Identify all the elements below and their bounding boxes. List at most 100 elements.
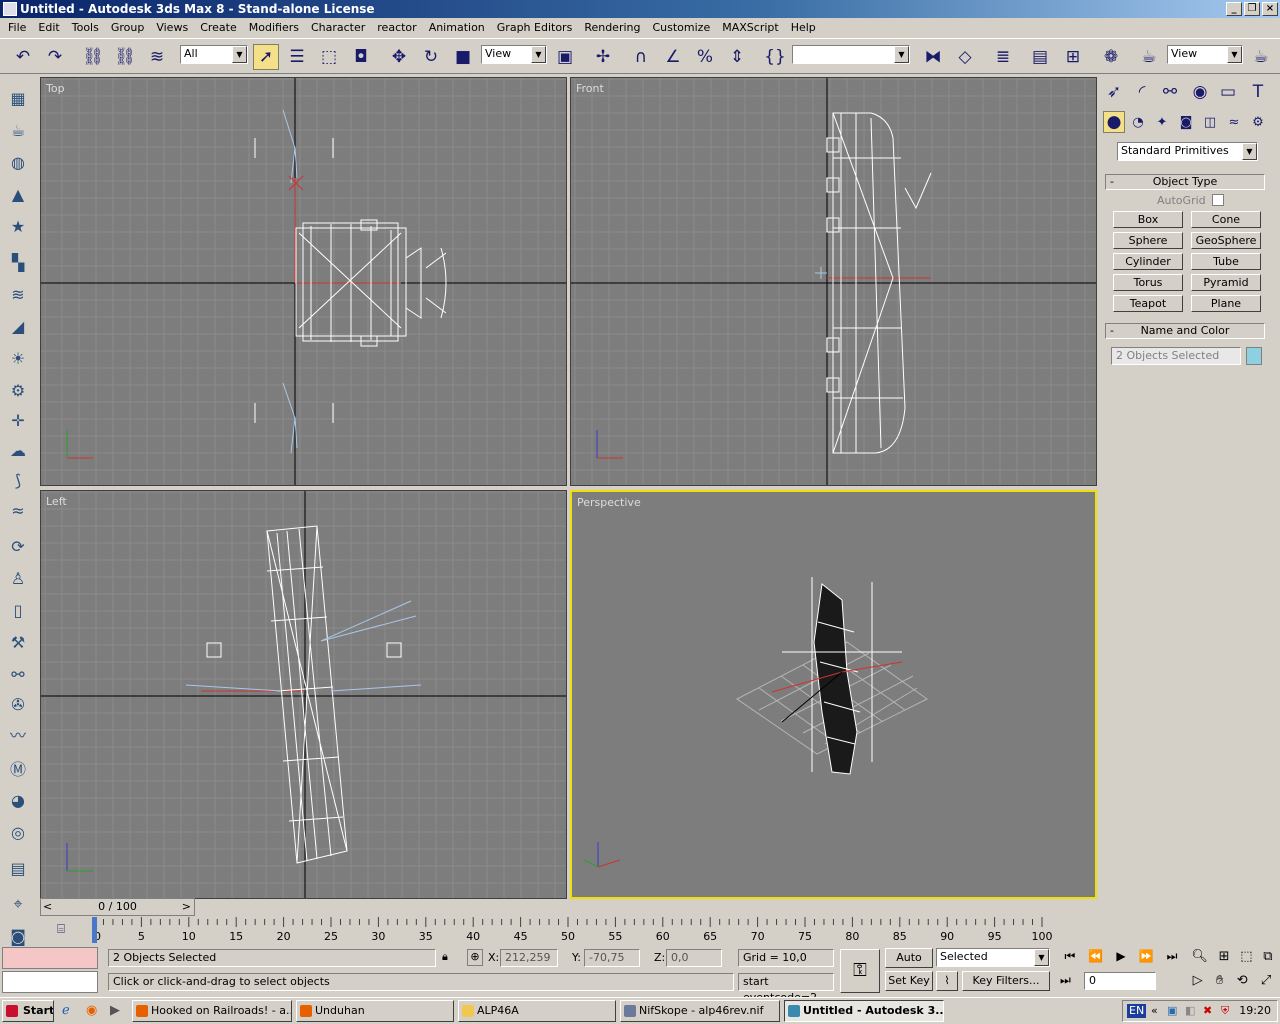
object-type-rollout[interactable]: - Object Type <box>1105 174 1265 190</box>
unlink-icon[interactable]: ⛓ <box>112 44 138 70</box>
task-hooked-on-railroads[interactable]: Hooked on Railroads! - a... <box>132 1000 292 1022</box>
menu-file[interactable]: File <box>2 21 32 34</box>
material-editor-icon[interactable]: ❁ <box>1098 44 1124 70</box>
absolute-mode-icon[interactable]: ⊕ <box>467 949 483 966</box>
viewport-front[interactable]: Front <box>570 77 1097 486</box>
star-icon[interactable]: ★ <box>5 213 31 239</box>
arc-rotate-icon[interactable]: ⟲ <box>1237 973 1248 988</box>
maxscript-icon[interactable]: Ⓜ <box>5 755 31 781</box>
utilities-tab-icon[interactable]: T <box>1245 79 1271 105</box>
viewport-left[interactable]: Left <box>40 490 567 899</box>
bind-space-warp-icon[interactable]: ≋ <box>144 44 170 70</box>
menu-customize[interactable]: Customize <box>646 21 716 34</box>
systems-icon[interactable]: ⚙ <box>1247 111 1269 133</box>
pivot-center-icon[interactable]: ▣ <box>552 44 578 70</box>
play-icon[interactable]: ▶ <box>1116 949 1125 969</box>
shapes-icon[interactable]: ◔ <box>1127 111 1149 133</box>
viewport-perspective[interactable]: Perspective <box>570 490 1097 899</box>
name-and-color-rollout[interactable]: - Name and Color <box>1105 323 1265 339</box>
ie-quicklaunch-icon[interactable]: ℯ <box>62 1003 70 1018</box>
zoom-extents-all-icon[interactable]: ⧉ <box>1263 949 1272 964</box>
move-icon[interactable]: ✥ <box>386 44 412 70</box>
menu-views[interactable]: Views <box>150 21 194 34</box>
task-nifskope[interactable]: NifSkope - alp46rev.nif <box>620 1000 780 1022</box>
pose-icon[interactable]: ⚯ <box>5 661 31 687</box>
viewport-label-perspective[interactable]: Perspective <box>577 496 641 509</box>
language-indicator[interactable]: EN <box>1127 1004 1147 1018</box>
box-button[interactable]: Box <box>1113 211 1183 228</box>
align-icon[interactable]: ◇ <box>952 44 978 70</box>
menu-group[interactable]: Group <box>105 21 151 34</box>
cloth-icon[interactable]: ▯ <box>5 597 31 623</box>
create-objects-icon[interactable]: ▦ <box>5 85 31 111</box>
mini-curve-editor-icon[interactable]: ⌸ <box>50 918 72 940</box>
hinge-icon[interactable]: ⚒ <box>5 629 31 655</box>
antivirus-icon[interactable]: ⛨ <box>1221 1001 1229 1021</box>
viewport-label-front[interactable]: Front <box>576 82 604 95</box>
volume-icon[interactable]: ◧ <box>1185 1001 1195 1021</box>
object-name-field[interactable]: 2 Objects Selected <box>1111 347 1241 365</box>
menu-modifiers[interactable]: Modifiers <box>243 21 305 34</box>
z-coordinate-field[interactable]: 0,0 <box>666 949 722 967</box>
key-mode-dropdown[interactable]: Selected ▼ <box>936 948 1050 967</box>
quick-render-icon[interactable]: ☕ <box>1248 44 1274 70</box>
modify-tab-icon[interactable]: ◜ <box>1129 79 1155 105</box>
start-button[interactable]: Start <box>2 1000 54 1022</box>
percent-snap-icon[interactable]: % <box>692 44 718 70</box>
current-frame-field[interactable]: 0 <box>1084 972 1156 990</box>
minimize-button[interactable]: _ <box>1226 2 1242 16</box>
reference-coordinate-dropdown[interactable]: View ▼ <box>481 45 547 64</box>
tube-button[interactable]: Tube <box>1191 253 1261 270</box>
pan-icon[interactable]: ✋︎ <box>1216 973 1223 988</box>
media-quicklaunch-icon[interactable]: ▶ <box>110 1003 120 1018</box>
x-coordinate-field[interactable]: 212,259 <box>500 949 558 967</box>
light-icon[interactable]: ☀ <box>5 345 31 371</box>
selection-filter-dropdown[interactable]: All ▼ <box>180 45 248 64</box>
manipulate-icon[interactable]: ✢ <box>590 44 616 70</box>
zoom-icon[interactable]: 🔍︎ <box>1191 949 1208 964</box>
firefox-quicklaunch-icon[interactable]: ◉ <box>86 1003 97 1018</box>
layer-manager-icon[interactable]: ≣ <box>990 44 1016 70</box>
key-icon[interactable]: ⚿ <box>840 949 880 993</box>
menu-maxscript[interactable]: MAXScript <box>716 21 784 34</box>
motion-tab-icon[interactable]: ◉ <box>1187 79 1213 105</box>
task-3ds-max[interactable]: Untitled - Autodesk 3... <box>784 1000 944 1022</box>
cameras-icon[interactable]: ◙ <box>1175 111 1197 133</box>
select-by-name-icon[interactable]: ☰ <box>284 44 310 70</box>
set-key-button[interactable]: Set Key <box>885 971 933 991</box>
default-tangent-icon[interactable]: ⌇ <box>936 971 958 991</box>
go-to-end-icon[interactable]: ⏭ <box>1167 949 1178 969</box>
cylinder-button[interactable]: Cylinder <box>1113 253 1183 270</box>
menu-animation[interactable]: Animation <box>423 21 491 34</box>
current-frame-marker[interactable] <box>92 917 97 943</box>
notepad-icon[interactable]: ▤ <box>5 855 31 881</box>
particle-icon[interactable]: ☁ <box>5 437 31 463</box>
plane-button[interactable]: Plane <box>1191 295 1261 312</box>
menu-rendering[interactable]: Rendering <box>578 21 646 34</box>
loft-icon[interactable]: ≋ <box>5 281 31 307</box>
close-button[interactable]: × <box>1262 2 1278 16</box>
viewport-label-top[interactable]: Top <box>46 82 65 95</box>
network-icon[interactable]: ▣ <box>1167 1001 1177 1021</box>
select-object-icon[interactable]: ➚ <box>253 44 279 70</box>
zoom-all-icon[interactable]: ⊞ <box>1219 949 1230 964</box>
menu-edit[interactable]: Edit <box>32 21 65 34</box>
bend-icon[interactable]: ⟆ <box>5 467 31 493</box>
lock-selection-icon[interactable]: 🔒︎ <box>442 950 448 964</box>
mirror-icon[interactable]: ⧓ <box>920 44 946 70</box>
curve-editor-icon[interactable]: ▤ <box>1027 44 1053 70</box>
menu-reactor[interactable]: reactor <box>371 21 422 34</box>
viewport-label-left[interactable]: Left <box>46 495 67 508</box>
security-alert-icon[interactable]: ✖ <box>1203 1001 1212 1021</box>
menu-create[interactable]: Create <box>194 21 243 34</box>
task-unduhan[interactable]: Unduhan <box>296 1000 454 1022</box>
cone-icon[interactable]: ▲ <box>5 181 31 207</box>
space-warp-icon[interactable]: ✛ <box>5 407 31 433</box>
menu-help[interactable]: Help <box>785 21 822 34</box>
rectangular-selection-icon[interactable]: ⬚ <box>316 44 342 70</box>
snaps-toggle-icon[interactable]: ∩ <box>628 44 654 70</box>
wheel-icon[interactable]: ✇ <box>5 691 31 717</box>
biped-icon[interactable]: ♙ <box>5 565 31 591</box>
display-tab-icon[interactable]: ▭ <box>1215 79 1241 105</box>
torus-button[interactable]: Torus <box>1113 274 1183 291</box>
